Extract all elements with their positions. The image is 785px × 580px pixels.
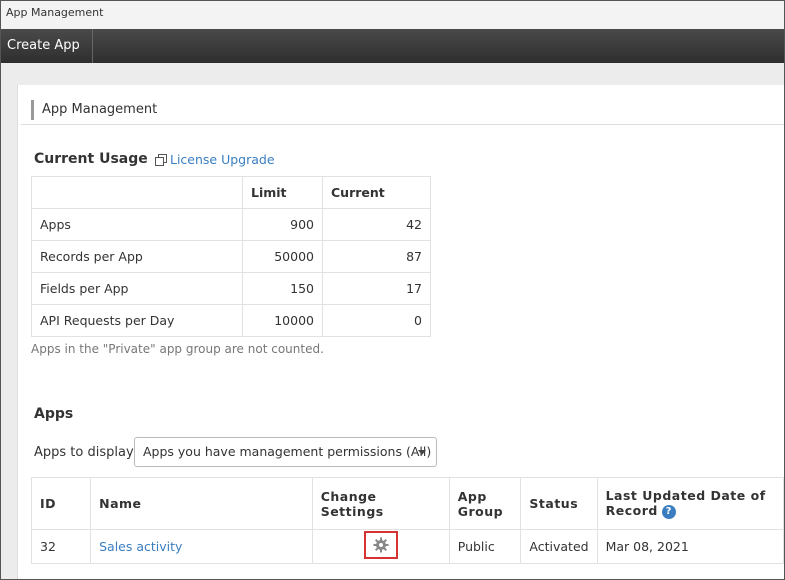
- chevron-down-icon: [418, 450, 426, 455]
- usage-limit: 10000: [242, 304, 323, 337]
- app-name-cell: Sales activity: [90, 529, 313, 564]
- usage-note: Apps in the "Private" app group are not …: [31, 342, 324, 356]
- usage-limit: 50000: [242, 240, 323, 273]
- usage-label: Apps: [31, 208, 243, 241]
- app-status: Activated: [520, 529, 598, 564]
- apps-heading: Apps: [34, 406, 74, 422]
- app-name-link[interactable]: Sales activity: [99, 539, 182, 554]
- usage-current: 17: [322, 272, 431, 305]
- usage-header-blank: [31, 176, 243, 209]
- usage-current: 0: [322, 304, 431, 337]
- usage-current: 87: [322, 240, 431, 273]
- col-id: ID: [30, 477, 92, 530]
- toolbar: Create App: [1, 29, 784, 64]
- col-change-settings: Change Settings: [311, 477, 450, 530]
- license-upgrade-link[interactable]: License Upgrade: [155, 152, 275, 167]
- apps-to-display-label: Apps to display: [34, 445, 134, 460]
- section-title: App Management: [31, 100, 157, 120]
- app-last-updated: Mar 08, 2021: [596, 529, 784, 564]
- table-row: 32 Sales activity Public Activated Mar 0…: [30, 529, 784, 564]
- usage-label: API Requests per Day: [31, 304, 243, 337]
- current-usage-heading: Current Usage: [34, 151, 148, 167]
- table-row: Fields per App 150 17: [31, 272, 431, 305]
- license-upgrade-label[interactable]: License Upgrade: [170, 152, 275, 167]
- app-window: App Management Create App App Management…: [0, 0, 785, 580]
- gear-icon: [373, 537, 389, 553]
- usage-table: Limit Current Apps 900 42 Records per Ap…: [31, 176, 431, 337]
- usage-label: Fields per App: [31, 272, 243, 305]
- change-settings-cell: [311, 529, 450, 564]
- divider: [21, 124, 784, 125]
- table-row: API Requests per Day 10000 0: [31, 304, 431, 337]
- apps-display-value: Apps you have management permissions (Al…: [143, 444, 432, 459]
- usage-limit: 150: [242, 272, 323, 305]
- open-window-icon: [155, 154, 167, 166]
- col-name: Name: [90, 477, 313, 530]
- help-icon[interactable]: ?: [661, 504, 676, 519]
- usage-current: 42: [322, 208, 431, 241]
- usage-label: Records per App: [31, 240, 243, 273]
- col-last-updated-label: Last Updated Date of Record: [605, 488, 766, 519]
- apps-table: ID Name Change Settings App Group Status…: [30, 477, 784, 564]
- usage-header-current: Current: [322, 176, 431, 209]
- window-title: App Management: [1, 1, 784, 29]
- usage-header-limit: Limit: [242, 176, 323, 209]
- apps-display-select[interactable]: Apps you have management permissions (Al…: [134, 437, 437, 467]
- col-last-updated: Last Updated Date of Record?: [596, 477, 784, 530]
- col-app-group: App Group: [448, 477, 522, 530]
- table-row: Apps 900 42: [31, 208, 431, 241]
- usage-limit: 900: [242, 208, 323, 241]
- table-row: Records per App 50000 87: [31, 240, 431, 273]
- app-group: Public: [448, 529, 522, 564]
- change-settings-button[interactable]: [363, 531, 398, 559]
- app-id: 32: [30, 529, 92, 564]
- create-app-button[interactable]: Create App: [1, 29, 93, 63]
- col-status: Status: [520, 477, 598, 530]
